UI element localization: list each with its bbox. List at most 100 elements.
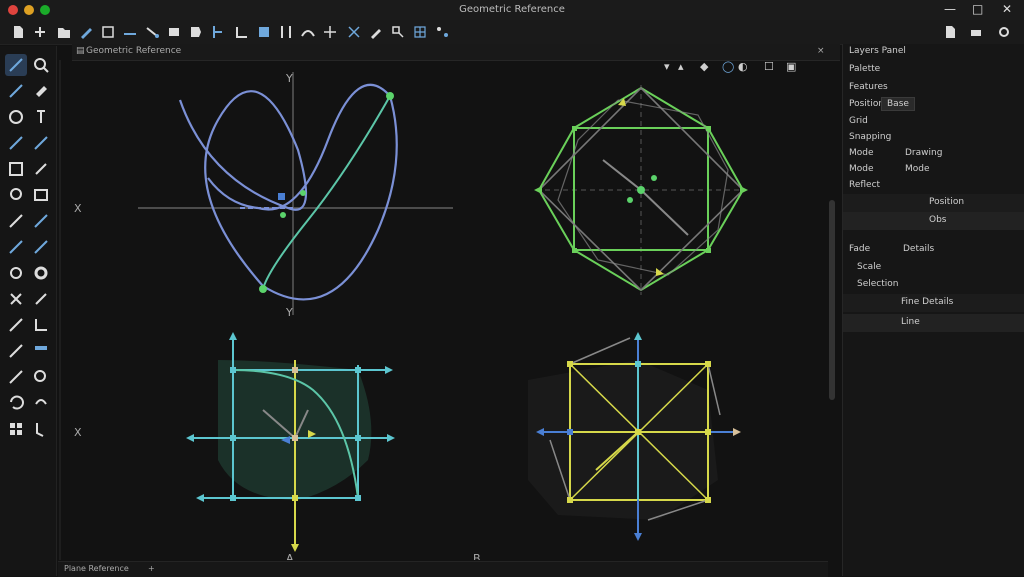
- snap-icon[interactable]: [388, 22, 408, 42]
- undo-icon[interactable]: [5, 392, 27, 414]
- axis-label-left-2: X: [74, 426, 82, 439]
- distribute-icon[interactable]: [276, 22, 296, 42]
- snapping-item[interactable]: Snapping: [849, 132, 891, 142]
- split-icon[interactable]: [208, 22, 228, 42]
- search-tool-icon[interactable]: [30, 366, 52, 388]
- document-tab-bar: ▤ Geometric Reference ×: [72, 44, 840, 61]
- stroke-icon[interactable]: [5, 314, 27, 336]
- cut-icon[interactable]: [5, 288, 27, 310]
- selection-row[interactable]: Fine Details: [843, 294, 1024, 312]
- fill-icon[interactable]: [186, 22, 206, 42]
- align-icon[interactable]: [232, 22, 252, 42]
- vertical-scrollbar[interactable]: [829, 200, 835, 400]
- edit-icon[interactable]: [366, 22, 386, 42]
- document-icon: ▤: [76, 46, 85, 56]
- tab-details[interactable]: Details: [903, 244, 934, 254]
- status-label: Plane Reference: [64, 564, 129, 573]
- smudge-icon[interactable]: [30, 288, 52, 310]
- brush-icon[interactable]: [5, 132, 27, 154]
- zoom-icon[interactable]: [30, 54, 52, 76]
- axis-label-top: Y: [285, 72, 293, 85]
- square-figure: [528, 332, 741, 541]
- properties-panel: Layers Panel Palette Features Position B…: [842, 44, 1024, 576]
- mode-label-2: Mode: [849, 164, 874, 174]
- restore-button[interactable]: □: [972, 2, 983, 16]
- mode-label: Mode: [849, 148, 874, 158]
- measure-icon[interactable]: [320, 22, 340, 42]
- curve-figure: [138, 72, 453, 315]
- lasso-icon[interactable]: [5, 184, 27, 206]
- text-tool-icon[interactable]: [30, 106, 52, 128]
- layer-icon[interactable]: [254, 22, 274, 42]
- line-icon[interactable]: [5, 210, 27, 232]
- position-select[interactable]: Base: [881, 97, 915, 111]
- select-tool-icon[interactable]: [5, 54, 27, 76]
- crop-icon[interactable]: [30, 314, 52, 336]
- close-button[interactable]: ✕: [1002, 2, 1012, 16]
- layer-row-selected[interactable]: Obs: [843, 212, 1024, 230]
- drawing-value[interactable]: Drawing: [905, 148, 942, 158]
- ellipse-tool-icon[interactable]: [5, 106, 27, 128]
- transform-tool-icon[interactable]: [5, 366, 27, 388]
- save-icon[interactable]: [98, 22, 118, 42]
- window-title: Geometric Reference: [459, 4, 565, 15]
- status-bar: Plane Reference +: [58, 561, 828, 577]
- minimize-button[interactable]: —: [944, 2, 956, 16]
- title-bar: Geometric Reference — □ ✕: [0, 0, 1024, 20]
- document-tab[interactable]: Geometric Reference: [86, 46, 181, 56]
- tab-fade[interactable]: Fade: [849, 244, 870, 254]
- add-icon[interactable]: [30, 22, 50, 42]
- grid-item[interactable]: Grid: [849, 116, 868, 126]
- curve-icon[interactable]: [298, 22, 318, 42]
- axis-label-a: A: [286, 552, 294, 560]
- open-icon[interactable]: [54, 22, 74, 42]
- shape-icon[interactable]: [164, 22, 184, 42]
- selection-row-selected[interactable]: Line: [843, 314, 1024, 332]
- features-item[interactable]: Features: [849, 82, 888, 92]
- transform-icon[interactable]: [344, 22, 364, 42]
- reflect-item[interactable]: Reflect: [849, 180, 880, 190]
- selection-section[interactable]: Selection: [857, 279, 898, 289]
- position-label: Position: [849, 99, 885, 109]
- grid-icon[interactable]: [410, 22, 430, 42]
- octagon-figure: [534, 85, 748, 295]
- layer-row[interactable]: Position: [843, 194, 1024, 212]
- settings-icon[interactable]: [994, 22, 1014, 42]
- frame-icon[interactable]: [30, 184, 52, 206]
- status-add-button[interactable]: +: [148, 564, 155, 573]
- axis-label-b: B: [473, 552, 481, 560]
- node-icon[interactable]: [142, 22, 162, 42]
- marker-icon[interactable]: [30, 210, 52, 232]
- tools-panel: [0, 46, 57, 576]
- print-icon[interactable]: [966, 22, 986, 42]
- eraser-icon[interactable]: [30, 80, 52, 102]
- tab-close-button[interactable]: ×: [817, 46, 825, 56]
- knife-icon[interactable]: [30, 158, 52, 180]
- main-toolbar: [0, 20, 1024, 45]
- node-tool-icon[interactable]: [30, 236, 52, 258]
- corner-icon[interactable]: [30, 418, 52, 440]
- pencil-icon[interactable]: [30, 132, 52, 154]
- pen-tool-icon[interactable]: [5, 80, 27, 102]
- bezier-icon[interactable]: [432, 22, 452, 42]
- vector-grid-figure: [186, 332, 395, 552]
- dropper2-icon[interactable]: [5, 340, 27, 362]
- scale-section[interactable]: Scale: [857, 262, 881, 272]
- new-file-icon[interactable]: [8, 22, 28, 42]
- redo-icon[interactable]: [30, 392, 52, 414]
- gear-tool-icon[interactable]: [30, 262, 52, 284]
- drawing-canvas[interactable]: Y Y X X A B: [58, 60, 828, 560]
- panel-section-title: Palette: [849, 64, 881, 74]
- pen-icon[interactable]: [76, 22, 96, 42]
- axis-label-left: X: [74, 202, 82, 215]
- grid-view-icon[interactable]: [5, 418, 27, 440]
- rect-tool-icon[interactable]: [5, 158, 27, 180]
- line-tool-icon[interactable]: [120, 22, 140, 42]
- axis-label-bottom: Y: [285, 306, 293, 319]
- rotate-icon[interactable]: [5, 262, 27, 284]
- mode-value[interactable]: Mode: [905, 164, 930, 174]
- export-icon[interactable]: [940, 22, 960, 42]
- layers-panel-header: Layers Panel: [849, 46, 906, 56]
- measure-tool-icon[interactable]: [30, 340, 52, 362]
- dropper-icon[interactable]: [5, 236, 27, 258]
